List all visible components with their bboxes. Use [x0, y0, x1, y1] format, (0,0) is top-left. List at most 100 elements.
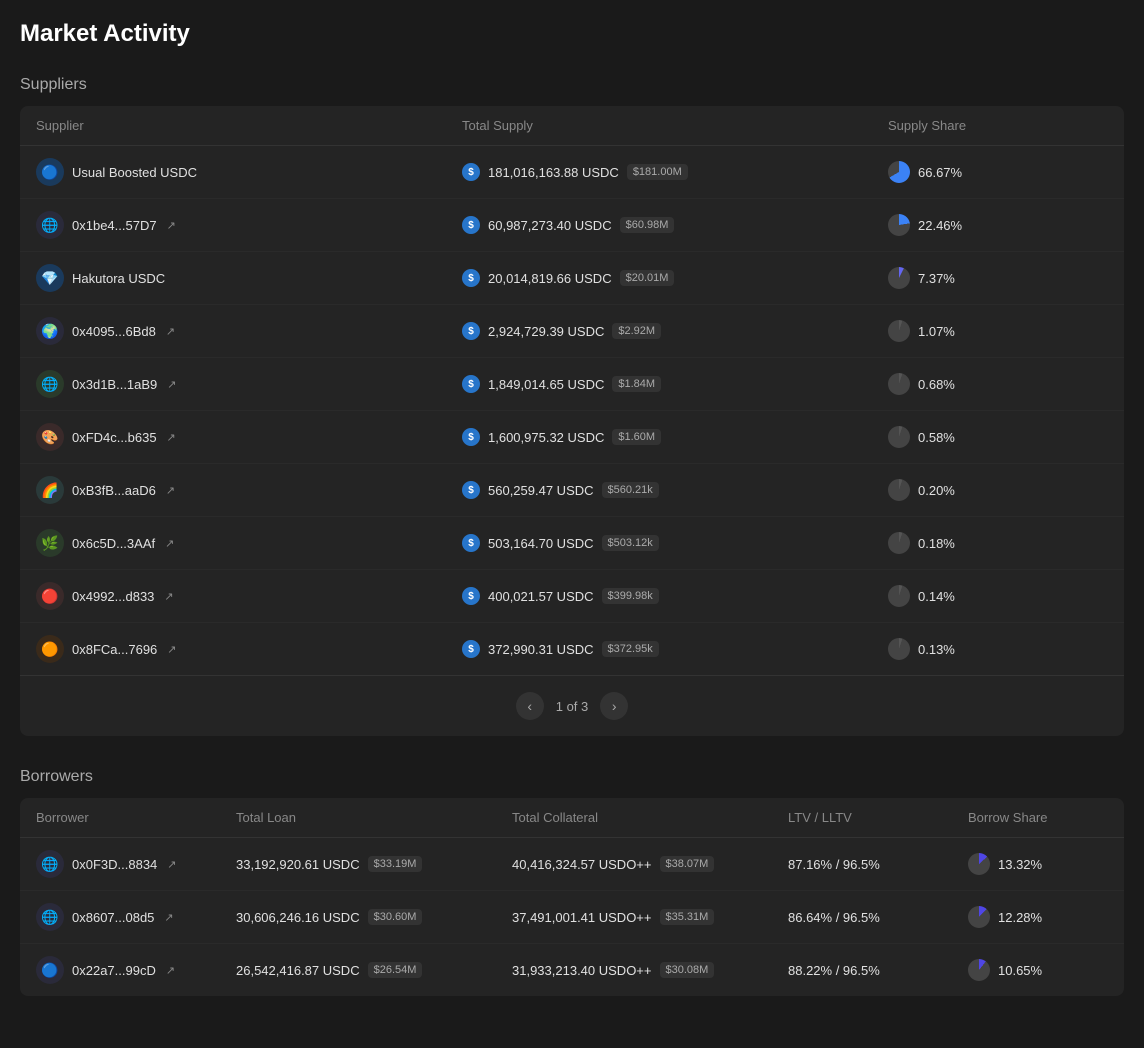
borrow-share-cell: 10.65% — [968, 959, 1108, 981]
pie-chart-icon — [888, 479, 910, 501]
external-link-icon[interactable]: ↗ — [167, 858, 176, 871]
share-percentage: 1.07% — [918, 324, 955, 339]
avatar: 🌐 — [36, 370, 64, 398]
supplier-col-header: Supplier — [36, 118, 462, 133]
external-link-icon[interactable]: ↗ — [167, 431, 176, 444]
prev-page-button[interactable]: ‹ — [516, 692, 544, 720]
table-row: 🎨 0xFD4c...b635 ↗ $ 1,600,975.32 USDC $1… — [20, 411, 1124, 464]
share-cell: 0.18% — [888, 532, 1108, 554]
share-cell: 1.07% — [888, 320, 1108, 342]
external-link-icon[interactable]: ↗ — [165, 537, 174, 550]
pie-chart-icon — [888, 532, 910, 554]
borrower-cell: 🔵 0x22a7...99cD ↗ — [36, 956, 236, 984]
share-cell: 66.67% — [888, 161, 1108, 183]
share-percentage: 0.58% — [918, 430, 955, 445]
borrow-share-col-header: Borrow Share — [968, 810, 1108, 825]
share-percentage: 0.20% — [918, 483, 955, 498]
supplier-cell: 🔴 0x4992...d833 ↗ — [36, 582, 462, 610]
supply-badge: $1.60M — [612, 429, 661, 445]
avatar: 🎨 — [36, 423, 64, 451]
supplier-cell: 🌿 0x6c5D...3AAf ↗ — [36, 529, 462, 557]
avatar: 💎 — [36, 264, 64, 292]
supplier-cell: 🌐 0x1be4...57D7 ↗ — [36, 211, 462, 239]
table-row: 🌐 0x8607...08d5 ↗ 30,606,246.16 USDC $30… — [20, 891, 1124, 944]
share-percentage: 22.46% — [918, 218, 962, 233]
borrower-cell: 🌐 0x0F3D...8834 ↗ — [36, 850, 236, 878]
supply-amount: 181,016,163.88 USDC — [488, 165, 619, 180]
external-link-icon[interactable]: ↗ — [167, 378, 176, 391]
supply-cell: $ 560,259.47 USDC $560.21k — [462, 481, 888, 499]
supply-badge: $60.98M — [620, 217, 675, 233]
pie-chart-icon — [888, 426, 910, 448]
supply-cell: $ 181,016,163.88 USDC $181.00M — [462, 163, 888, 181]
supply-cell: $ 1,849,014.65 USDC $1.84M — [462, 375, 888, 393]
table-row: 🌿 0x6c5D...3AAf ↗ $ 503,164.70 USDC $503… — [20, 517, 1124, 570]
share-cell: 0.14% — [888, 585, 1108, 607]
collateral-badge: $30.08M — [660, 962, 715, 978]
total-collateral-col-header: Total Collateral — [512, 810, 788, 825]
pie-chart-icon — [888, 214, 910, 236]
external-link-icon[interactable]: ↗ — [166, 325, 175, 338]
supplier-name: 0x6c5D...3AAf — [72, 536, 155, 551]
supply-cell: $ 20,014,819.66 USDC $20.01M — [462, 269, 888, 287]
avatar: 🔵 — [36, 158, 64, 186]
supply-amount: 1,600,975.32 USDC — [488, 430, 604, 445]
table-row: 🌐 0x1be4...57D7 ↗ $ 60,987,273.40 USDC $… — [20, 199, 1124, 252]
usdc-icon: $ — [462, 216, 480, 234]
supply-badge: $2.92M — [612, 323, 661, 339]
collateral-amount: 37,491,001.41 USDO++ — [512, 910, 652, 925]
table-row: 🔵 Usual Boosted USDC $ 181,016,163.88 US… — [20, 146, 1124, 199]
table-row: 🔵 0x22a7...99cD ↗ 26,542,416.87 USDC $26… — [20, 944, 1124, 996]
external-link-icon[interactable]: ↗ — [167, 219, 176, 232]
supply-badge: $372.95k — [602, 641, 659, 657]
borrow-share-cell: 12.28% — [968, 906, 1108, 928]
external-link-icon[interactable]: ↗ — [166, 964, 175, 977]
supplier-name: 0x8FCa...7696 — [72, 642, 157, 657]
ltv-cell: 88.22% / 96.5% — [788, 962, 968, 978]
avatar: 🔵 — [36, 956, 64, 984]
supply-badge: $181.00M — [627, 164, 688, 180]
external-link-icon[interactable]: ↗ — [164, 590, 173, 603]
suppliers-table: Supplier Total Supply Supply Share 🔵 Usu… — [20, 106, 1124, 736]
table-row: 🌐 0x3d1B...1aB9 ↗ $ 1,849,014.65 USDC $1… — [20, 358, 1124, 411]
supplier-name: 0x3d1B...1aB9 — [72, 377, 157, 392]
usdc-icon: $ — [462, 481, 480, 499]
next-page-button[interactable]: › — [600, 692, 628, 720]
supplier-name: 0x4992...d833 — [72, 589, 154, 604]
supply-amount: 560,259.47 USDC — [488, 483, 594, 498]
suppliers-rows: 🔵 Usual Boosted USDC $ 181,016,163.88 US… — [20, 146, 1124, 675]
ltv-value: 87.16% / 96.5% — [788, 857, 880, 872]
usdc-icon: $ — [462, 534, 480, 552]
supplier-name: 0x4095...6Bd8 — [72, 324, 156, 339]
borrower-cell: 🌐 0x8607...08d5 ↗ — [36, 903, 236, 931]
supply-cell: $ 1,600,975.32 USDC $1.60M — [462, 428, 888, 446]
avatar: 🔴 — [36, 582, 64, 610]
supply-amount: 60,987,273.40 USDC — [488, 218, 612, 233]
suppliers-section-title: Suppliers — [20, 76, 1124, 94]
share-percentage: 0.14% — [918, 589, 955, 604]
share-percentage: 0.13% — [918, 642, 955, 657]
collateral-amount: 31,933,213.40 USDO++ — [512, 963, 652, 978]
ltv-cell: 86.64% / 96.5% — [788, 909, 968, 925]
avatar: 🌐 — [36, 903, 64, 931]
borrower-name: 0x22a7...99cD — [72, 963, 156, 978]
supplier-name: 0x1be4...57D7 — [72, 218, 157, 233]
borrowers-section-title: Borrowers — [20, 768, 1124, 786]
suppliers-section: Suppliers Supplier Total Supply Supply S… — [20, 76, 1124, 736]
loan-badge: $30.60M — [368, 909, 423, 925]
share-cell: 0.58% — [888, 426, 1108, 448]
avatar: 🌿 — [36, 529, 64, 557]
collateral-badge: $38.07M — [660, 856, 715, 872]
pie-chart-icon — [888, 320, 910, 342]
table-row: 🔴 0x4992...d833 ↗ $ 400,021.57 USDC $399… — [20, 570, 1124, 623]
supply-amount: 372,990.31 USDC — [488, 642, 594, 657]
pagination: ‹ 1 of 3 › — [20, 675, 1124, 736]
supply-badge: $20.01M — [620, 270, 675, 286]
supply-badge: $503.12k — [602, 535, 659, 551]
external-link-icon[interactable]: ↗ — [166, 484, 175, 497]
suppliers-table-header: Supplier Total Supply Supply Share — [20, 106, 1124, 146]
loan-cell: 30,606,246.16 USDC $30.60M — [236, 909, 512, 925]
borrowers-table: Borrower Total Loan Total Collateral LTV… — [20, 798, 1124, 996]
external-link-icon[interactable]: ↗ — [164, 911, 173, 924]
external-link-icon[interactable]: ↗ — [167, 643, 176, 656]
